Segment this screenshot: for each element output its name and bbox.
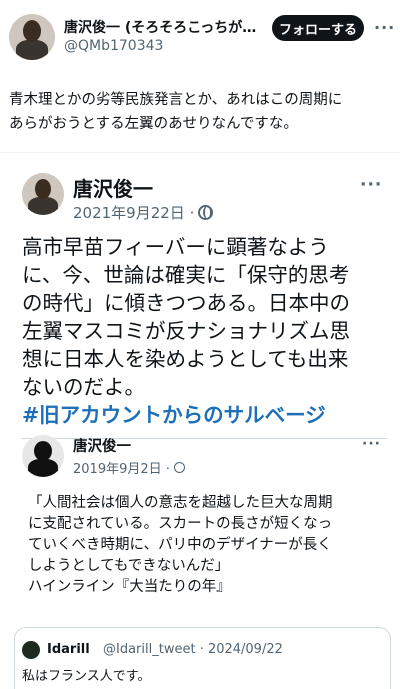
embedded-hashtag: #旧アカウントからのサルベージ <box>22 403 326 427</box>
embedded-author-name: 唐沢俊一 <box>73 177 153 201</box>
embedded-date-text: 2021年9月22日 · <box>73 204 195 222</box>
quoted-date: 2019年9月2日 · <box>73 458 185 477</box>
tweet-text-line-1: 青木理とかの劣等民族発言とか、あれはこの周期に <box>9 92 343 108</box>
embedded-line-4: 左翼マスコミが反ナショナリズム思 <box>22 319 350 343</box>
embedded-line-6: ないのだよ。 <box>22 375 145 399</box>
embedded-author-avatar <box>22 173 64 215</box>
reply-text: 私はフランス人です。 <box>22 669 151 684</box>
embedded-line-5: 想に日本人を染めようとしても出来 <box>22 347 349 371</box>
quoted-line-3: ていくべき時期に、パリ中のデザイナーが長く <box>28 537 332 553</box>
quoted-more-dots-icon: ··· <box>362 436 381 452</box>
quoted-line-4: しようとしてもできないんだ」 <box>28 558 230 574</box>
quoted-author-name: 唐沢俊一 <box>73 439 131 455</box>
more-dots-icon[interactable]: ··· <box>374 18 395 37</box>
author-name[interactable]: 唐沢俊一 (そろそろこっちが… <box>64 17 268 37</box>
reply-avatar <box>22 641 40 659</box>
embedded-date: 2021年9月22日 · <box>73 202 214 223</box>
embedded-line-3: の時代」に傾きつつある。日本中の <box>22 291 350 315</box>
tweet-text: 青木理とかの劣等民族発言とか、あれはこの周期に あらがおうとする左翼のあせりなん… <box>9 88 394 136</box>
quoted-line-1: 「人間社会は個人の意志を超越した巨大な周期 <box>28 495 333 511</box>
embedded-line-1: 高市早苗フィーバーに顕著なよう <box>22 235 329 259</box>
author-handle[interactable]: @QMb170343 <box>64 38 163 54</box>
quoted-line-2: に支配されている。スカートの長さが短くなっ <box>28 516 333 532</box>
tweet-text-line-2: あらがおうとする左翼のあせりなんですな。 <box>9 116 298 132</box>
author-avatar[interactable] <box>9 14 55 60</box>
quoted-line-5: ハインライン『大当たりの年』 <box>28 579 231 595</box>
embedded-line-2: に、今、世論は確実に「保守的思考 <box>22 263 350 287</box>
reply-handle-date: @Idarill_tweet · 2024/09/22 <box>103 642 283 657</box>
embedded-post-text: 高市早苗フィーバーに顕著なよう に、今、世論は確実に「保守的思考 の時代」に傾き… <box>22 233 382 429</box>
reply-name: Idarill <box>47 642 90 657</box>
follow-button[interactable]: フォローする <box>272 15 364 41</box>
reply-card: Idarill @Idarill_tweet · 2024/09/22 私はフラ… <box>14 627 391 689</box>
quoted-date-text: 2019年9月2日 · <box>73 462 170 477</box>
quoted-text: 「人間社会は個人の意志を超越した巨大な周期 に支配されている。スカートの長さが短… <box>28 493 388 598</box>
embedded-image[interactable]: 唐沢俊一 2021年9月22日 · ··· 高市早苗フィーバーに顕著なよう に、… <box>0 152 400 689</box>
globe-icon <box>173 462 185 473</box>
embedded-more-dots-icon: ··· <box>360 175 383 195</box>
quoted-author-avatar <box>22 435 64 477</box>
globe-icon <box>198 205 214 220</box>
